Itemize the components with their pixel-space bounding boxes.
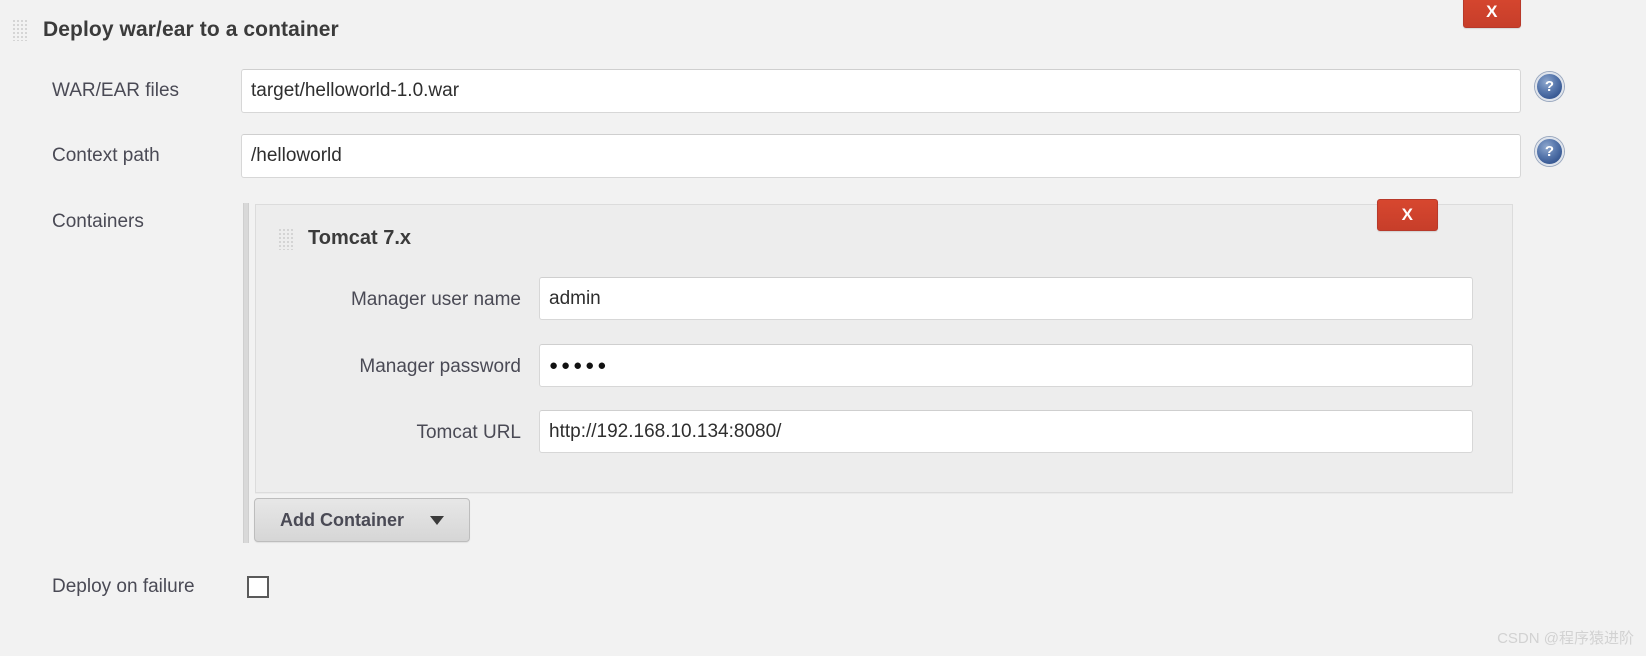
context-path-input[interactable]: /helloworld: [241, 134, 1521, 178]
container-panel: Tomcat 7.x Manager user name admin Manag…: [255, 204, 1513, 493]
tomcat-url-value: http://192.168.10.134:8080/: [549, 420, 782, 442]
war-ear-files-label: WAR/EAR files: [52, 80, 180, 101]
container-title: Tomcat 7.x: [308, 227, 411, 249]
watermark: CSDN @程序猿进阶: [1497, 630, 1634, 647]
container-drag-handle-icon[interactable]: [278, 227, 293, 250]
manager-password-value: ●●●●●: [549, 357, 610, 374]
manager-password-label: Manager password: [359, 356, 521, 377]
delete-step-button[interactable]: X: [1463, 0, 1521, 28]
help-glyph: ?: [1544, 143, 1555, 160]
step-title-row: Deploy war/ear to a container: [12, 18, 339, 42]
manager-password-input[interactable]: ●●●●●: [539, 344, 1473, 387]
chevron-down-icon: [430, 515, 444, 525]
war-ear-files-value: target/helloworld-1.0.war: [251, 80, 460, 101]
context-path-help-icon[interactable]: ?: [1535, 137, 1564, 166]
delete-container-label: X: [1401, 205, 1414, 224]
context-path-value: /helloworld: [251, 145, 342, 166]
help-glyph: ?: [1544, 78, 1555, 95]
deploy-on-failure-checkbox[interactable]: [247, 576, 269, 598]
drag-handle-icon[interactable]: [12, 19, 27, 41]
context-path-label: Context path: [52, 145, 160, 166]
tomcat-url-label: Tomcat URL: [416, 422, 521, 443]
manager-user-name-label: Manager user name: [350, 289, 521, 310]
delete-step-label: X: [1486, 2, 1498, 21]
tomcat-url-input[interactable]: http://192.168.10.134:8080/: [539, 410, 1473, 453]
manager-user-name-input[interactable]: admin: [539, 277, 1473, 320]
page-title: Deploy war/ear to a container: [43, 18, 339, 41]
manager-user-name-value: admin: [549, 287, 601, 309]
add-container-button[interactable]: Add Container: [254, 498, 470, 542]
delete-container-button[interactable]: X: [1377, 199, 1438, 231]
war-ear-files-help-icon[interactable]: ?: [1535, 72, 1564, 101]
container-title-row: Tomcat 7.x: [278, 227, 411, 250]
containers-group-bar: [243, 203, 249, 543]
containers-label: Containers: [52, 211, 144, 232]
add-container-label: Add Container: [280, 509, 404, 530]
deploy-on-failure-label: Deploy on failure: [52, 576, 195, 597]
war-ear-files-input[interactable]: target/helloworld-1.0.war: [241, 69, 1521, 113]
